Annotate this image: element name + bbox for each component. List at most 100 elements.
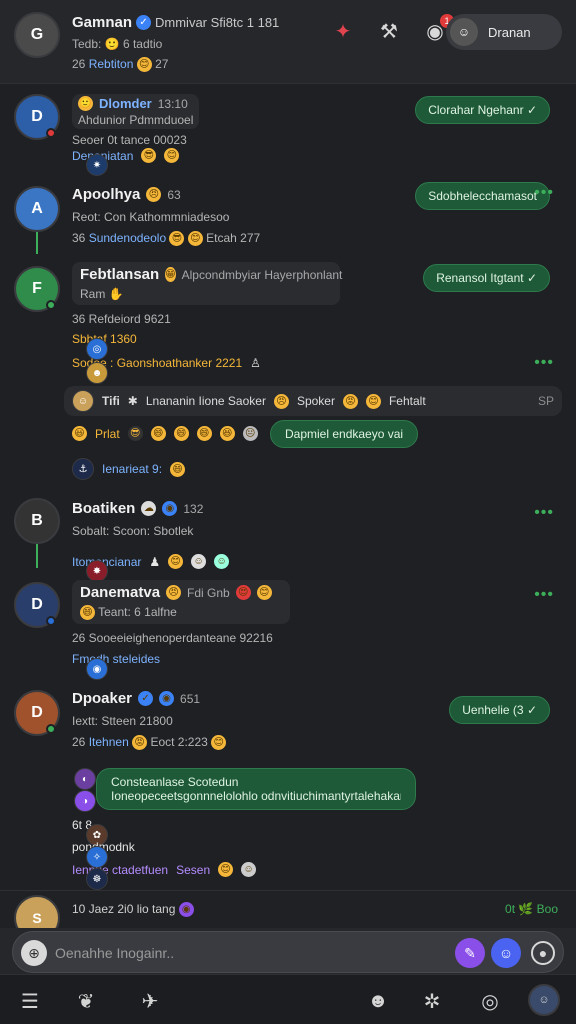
sticker-icon[interactable]: ☺: [491, 938, 521, 968]
camera-icon[interactable]: ●: [531, 941, 555, 965]
chat-icon[interactable]: ◉ 1: [422, 14, 454, 44]
verified-icon: ✓: [136, 15, 152, 30]
reply-row[interactable]: ✧ pondmodnk: [72, 840, 135, 868]
post-tail: Eoct 2:223: [150, 735, 208, 749]
bottom-nav: ☰ ❦ ✈ ☻ ✲ ◎ ☺: [0, 974, 576, 1024]
message-post: D Dpoaker ✓ ◉ 651 Iextt: Stteen 21800 26…: [0, 684, 576, 890]
reply-bubble[interactable]: Dapmiel endkaeyo vai: [270, 420, 419, 448]
reply-avatar: ◐: [74, 768, 96, 790]
post-body: 🙂 Dlomder 13:10 Ahdunior Pdmmduoel Seoer…: [72, 94, 422, 147]
reply-bubble[interactable]: Consteanlase Scotedun Ioneopeceetsgonnne…: [96, 768, 416, 810]
emoji-icon: 😎: [127, 426, 143, 441]
reply-row[interactable]: ◉ Fmodh steleides: [72, 652, 160, 680]
post-author[interactable]: Apoolhya 😠 63: [72, 186, 422, 203]
more-icon[interactable]: •••: [534, 184, 554, 202]
next-message-preview[interactable]: S 10 Jaez 2i0 lio tang ◉ 0t 🌿 Boo: [0, 890, 576, 941]
compass-icon[interactable]: ✲: [418, 987, 446, 1015]
author-name: Boatiken: [72, 500, 136, 517]
reply-link[interactable]: Ienarieat 9:: [102, 462, 162, 476]
post-author[interactable]: Boatiken ☁ ◉ 132: [72, 500, 422, 517]
reply-avatar: ⚓: [72, 458, 94, 480]
post-time: 651: [180, 691, 201, 706]
reply-row[interactable]: ◎ Sbbtaf 1360: [72, 332, 137, 360]
reply-row[interactable]: ☸ Iennue ctadetfuen Sesen 😊 ☺: [72, 862, 257, 890]
message-thread[interactable]: D 🙂 Dlomder 13:10 Ahdunior Pdmmduoel Seo…: [0, 84, 576, 890]
menu-icon[interactable]: ☰: [16, 987, 44, 1015]
stats-link[interactable]: Rebtiton: [89, 57, 134, 71]
emoji-icon: 😆: [219, 426, 235, 441]
author-name: Febtlansan: [80, 266, 160, 283]
channel-title[interactable]: Gamnan ✓ Dmmivar Sfi8tc 1 181: [72, 14, 292, 31]
post-line: Reot: Con Kathommniadesoo: [72, 210, 230, 224]
reaction-summary[interactable]: ☺ Tifi ✱ Lnananin Iione Saoker 😠 Spoker …: [64, 386, 562, 416]
user-avatar[interactable]: A: [14, 186, 60, 232]
figure-icon: ♙: [250, 356, 261, 370]
emoji-icon: 😡: [342, 393, 358, 409]
more-icon[interactable]: •••: [534, 586, 554, 604]
post-author[interactable]: Dpoaker ✓ ◉ 651: [72, 690, 422, 707]
bird-icon[interactable]: ✈: [136, 987, 164, 1015]
reaction-label: Prlat: [95, 426, 120, 441]
circle-icon[interactable]: ◎: [476, 987, 504, 1015]
emoji-icon: 😃: [72, 426, 87, 441]
post-line: 36 Refdeiord 9621: [72, 312, 171, 326]
message-input[interactable]: [55, 940, 435, 966]
header-actions: ✦ ⚒ ◉ 1: [330, 14, 454, 44]
reply-row[interactable]: ✷ Denaniatan 😎 😊: [72, 148, 180, 176]
profile-pill[interactable]: ☺ Dranan: [446, 14, 562, 50]
post-line: 36 Sundenodeolo 😎 😊 Etcah 277: [72, 231, 422, 247]
post-author[interactable]: Febtlansan 😁 Alpcondmbyiar Hayerphonlant: [80, 266, 342, 283]
emoji-icon: 🙂: [78, 96, 93, 111]
author-name: Dlomder: [99, 96, 152, 111]
emoji-reactions[interactable]: 😃 Prlat 😎 😄 😄 😄 😆 😐: [72, 426, 258, 441]
composer-bar: ⊕ ✎ ☺ ●: [0, 928, 576, 974]
attach-icon[interactable]: ⊕: [21, 940, 47, 966]
message-post: A Apoolhya 😠 63 Reot: Con Kathommniadeso…: [0, 180, 576, 262]
stats-tail: 27: [155, 57, 169, 71]
post-author[interactable]: Danematva 😠 Fdi Gnb 😍 😊: [80, 584, 282, 601]
post-time: 63: [167, 187, 181, 202]
reply-row[interactable]: ☻ Sodoe : Gaonshoathanker 2221 ♙: [72, 356, 261, 384]
emoji-icon: 😎: [141, 148, 157, 163]
fire-icon[interactable]: ✦: [330, 18, 356, 44]
post-link[interactable]: Sundenodeolo: [89, 231, 166, 245]
more-icon[interactable]: •••: [534, 504, 554, 522]
post-body: Febtlansan 😁 Alpcondmbyiar Hayerphonlant…: [72, 262, 342, 326]
figure-icon: ♟: [149, 554, 161, 569]
user-avatar[interactable]: B: [14, 498, 60, 544]
reply-row[interactable]: ✿ 6t 8: [72, 818, 108, 846]
stats-count: 26: [72, 57, 86, 71]
summary-text: Lnananin Iione Saoker: [145, 394, 266, 408]
status-dot: [46, 128, 56, 138]
reply-row[interactable]: ⚓ Ienarieat 9: 😄: [72, 458, 186, 480]
emoji-icon: 😊: [218, 862, 234, 877]
emoji-icon: 😡: [132, 735, 148, 751]
line-text: Ram: [80, 287, 106, 301]
message-post: D 🙂 Dlomder 13:10 Ahdunior Pdmmduoel Seo…: [0, 88, 576, 178]
reaction-pill[interactable]: Uenhelie (3 ✓: [449, 696, 550, 724]
more-icon[interactable]: •••: [534, 354, 554, 372]
reply-link[interactable]: Fmodh steleides: [72, 652, 160, 666]
emoji-icon: 😊: [164, 148, 180, 163]
reaction-pill[interactable]: Clorahar Ngehanr ✓: [415, 96, 550, 124]
author-name: Dpoaker: [72, 690, 133, 707]
hammer-icon[interactable]: ⚒: [376, 18, 402, 44]
post-link[interactable]: Itehnen: [89, 735, 129, 749]
leaf-icon[interactable]: ❦: [72, 987, 100, 1015]
reply-row[interactable]: ✸ Itomoncianar ♟ 😊 ☺ ☺: [72, 554, 230, 582]
avatar-initials: F: [32, 280, 42, 297]
reply-link[interactable]: Sesen: [176, 863, 210, 877]
line-text: Teant: 6 1alfne: [98, 605, 177, 619]
avatar-initials: D: [31, 108, 43, 125]
reply-avatar: ◉: [86, 658, 108, 680]
channel-stats: 26 Rebtiton 😊 27: [72, 57, 292, 73]
channel-subtitle: Tedb: 🙂 6 tadtio: [72, 37, 163, 51]
reaction-pill[interactable]: Renansol Itgtant ✓: [423, 264, 550, 292]
post-author[interactable]: 🙂 Dlomder 13:10: [78, 96, 193, 111]
gif-icon[interactable]: ✎: [455, 938, 485, 968]
thread-line: [36, 544, 38, 568]
channel-avatar[interactable]: G: [14, 12, 60, 58]
reaction-pill[interactable]: Sdobhelecchamasot: [415, 182, 550, 210]
bot-icon[interactable]: ☻: [364, 987, 392, 1015]
profile-avatar[interactable]: ☺: [528, 984, 560, 1016]
